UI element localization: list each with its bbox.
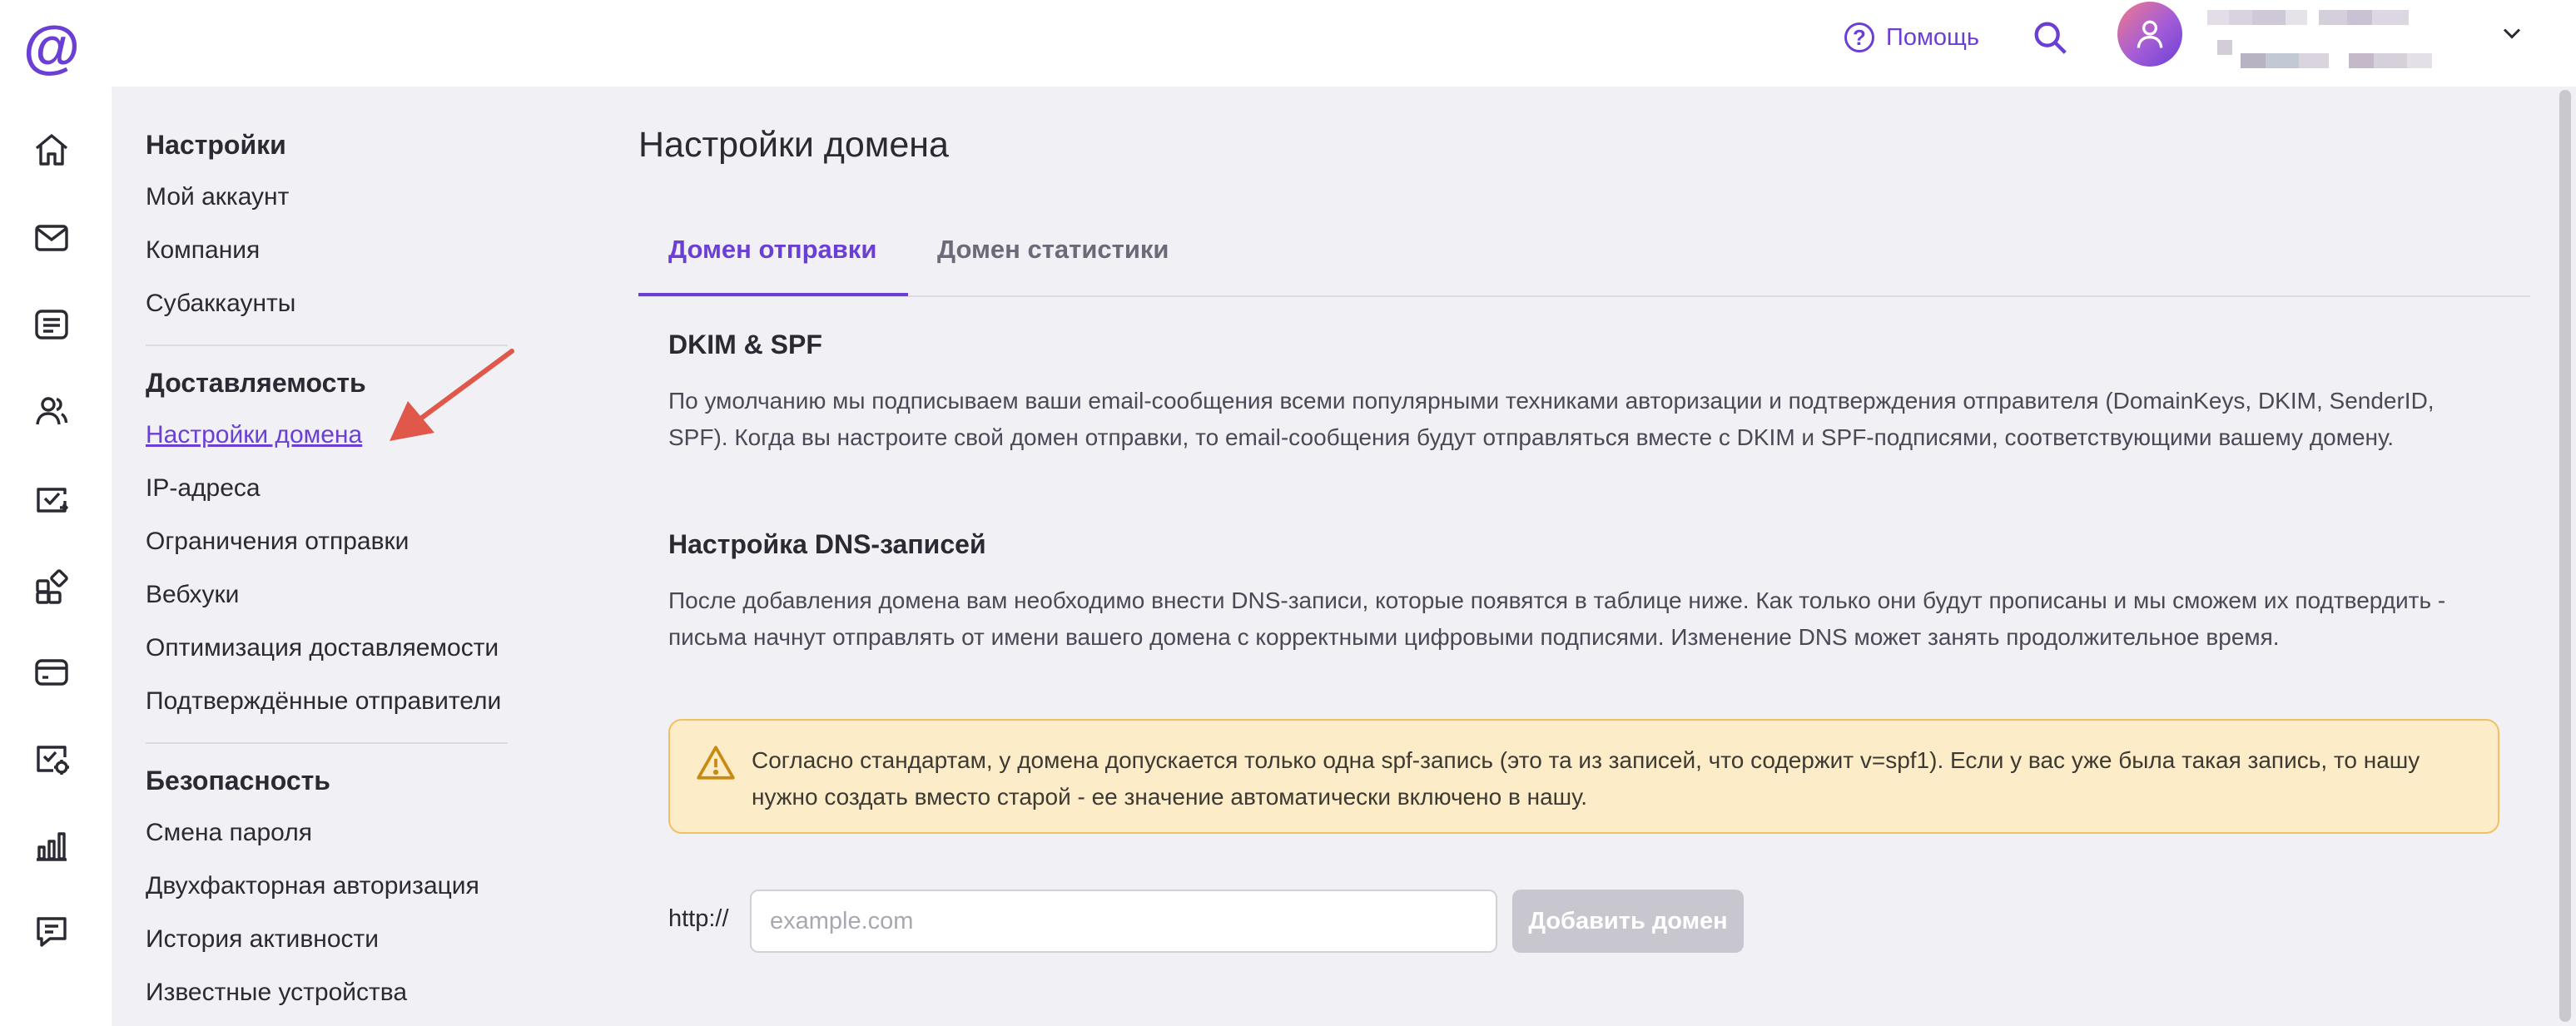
tabs-divider (638, 295, 2530, 297)
contacts-icon[interactable] (28, 388, 75, 434)
dns-heading: Настройка DNS-записей (668, 529, 986, 559)
nav-item-domain-settings[interactable]: Настройки домена (146, 421, 362, 449)
scrollbar-thumb[interactable] (2559, 90, 2571, 1022)
dns-description: После добавления домена вам необходимо в… (668, 587, 2446, 650)
tab-sending-domain[interactable]: Домен отправки (668, 235, 876, 265)
question-circle-icon: ? (1844, 22, 1874, 52)
nav-section-security: Безопасность (146, 766, 330, 796)
nav-section-settings: Настройки (146, 130, 286, 160)
top-header (112, 0, 2576, 87)
add-domain-button[interactable]: Добавить домен (1512, 890, 1744, 953)
tab-statistics-domain[interactable]: Домен статистики (937, 235, 1169, 265)
nav-item-verified-senders[interactable]: Подтверждённые отправители (146, 687, 501, 716)
active-tab-indicator (638, 293, 908, 296)
home-icon[interactable] (28, 126, 75, 173)
integrations-icon[interactable] (28, 564, 75, 611)
user-icon (2137, 20, 2163, 48)
nav-item-deliverability-optimization[interactable]: Оптимизация доставляемости (146, 634, 499, 662)
content-area (112, 87, 2576, 1026)
billing-icon[interactable] (28, 649, 75, 696)
avatar[interactable] (2117, 2, 2182, 67)
page-title: Настройки домена (638, 125, 949, 165)
nav-item-ip-addresses[interactable]: IP-адреса (146, 474, 261, 503)
spf-notice: Согласно стандартам, у домена допускаетс… (668, 719, 2499, 834)
annotation-arrow (390, 349, 514, 441)
spf-notice-text: Согласно стандартам, у домена допускаетс… (752, 747, 2420, 810)
icon-rail: @ (0, 0, 112, 1026)
templates-icon[interactable] (28, 301, 75, 348)
nav-item-webhooks[interactable]: Вебхуки (146, 581, 239, 609)
dkim-description: По умолчанию мы подписываем ваши email-с… (668, 388, 2435, 450)
domain-prefix: http:// (668, 905, 729, 932)
chevron-down-icon[interactable] (2497, 18, 2527, 48)
nav-item-my-account[interactable]: Мой аккаунт (146, 183, 289, 211)
nav-item-company[interactable]: Компания (146, 236, 260, 265)
nav-item-sending-limits[interactable]: Ограничения отправки (146, 528, 409, 556)
warning-icon (697, 746, 735, 780)
help-label: Помощь (1886, 23, 1980, 51)
stats-icon[interactable] (28, 822, 75, 869)
domain-input[interactable] (750, 890, 1497, 953)
search-icon[interactable] (2029, 17, 2072, 60)
support-chat-icon[interactable] (28, 909, 75, 955)
nav-item-two-factor-auth[interactable]: Двухфакторная авторизация (146, 872, 479, 900)
nav-item-activity-history[interactable]: История активности (146, 925, 379, 954)
logo[interactable]: @ (22, 17, 82, 77)
nav-item-known-devices[interactable]: Известные устройства (146, 979, 407, 1007)
dkim-heading: DKIM & SPF (668, 330, 822, 359)
nav-divider (146, 742, 508, 744)
account-name-blurred[interactable] (2207, 7, 2440, 68)
help-link[interactable]: ? Помощь (1844, 18, 1979, 57)
nav-item-subaccounts[interactable]: Субаккаунты (146, 290, 295, 318)
nav-item-change-password[interactable]: Смена пароля (146, 819, 312, 847)
nav-section-deliverability: Доставляемость (146, 368, 366, 398)
campaigns-icon[interactable] (28, 476, 75, 523)
mail-icon[interactable] (28, 215, 75, 261)
automation-icon[interactable] (28, 736, 75, 782)
